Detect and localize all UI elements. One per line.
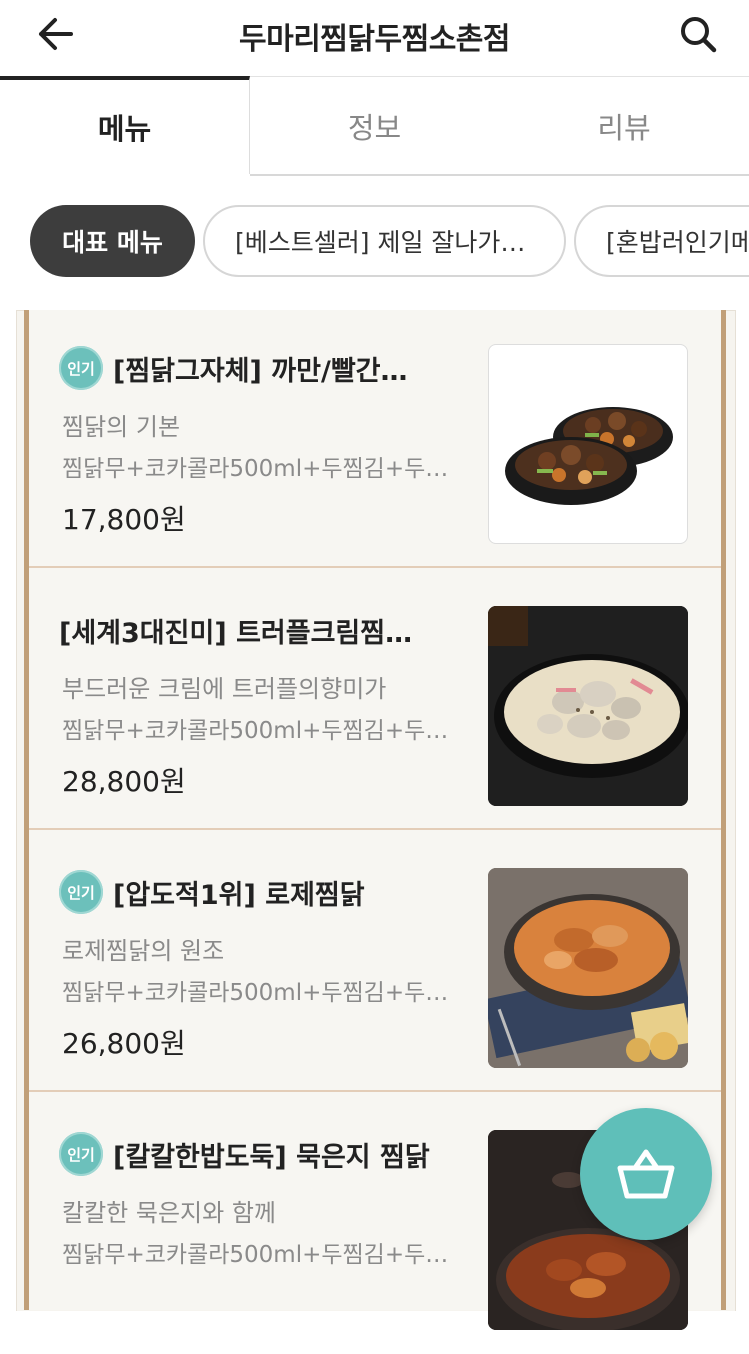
arrow-left-icon [39, 18, 73, 50]
menu-item-title-row: [세계3대진미] 트러플크림찜… [59, 608, 412, 652]
menu-item-title-row: 인기 [찜닭그자체] 까만/빨간… [59, 346, 408, 390]
menu-item-includes: 찜닭무+코카콜라500ml+두찜김+두… [62, 456, 449, 482]
search-icon [681, 17, 717, 53]
menu-item-price: 26,800원 [62, 1027, 186, 1060]
chip-signature-menu[interactable]: 대표 메뉴 [30, 205, 195, 277]
menu-item-title-row: 인기 [압도적1위] 로제찜닭 [59, 870, 365, 914]
menu-item-name: [압도적1위] 로제찜닭 [113, 879, 365, 911]
popular-badge: 인기 [59, 1132, 103, 1176]
popular-badge: 인기 [59, 870, 103, 914]
chip-solo-popular[interactable]: [혼밥러인기메뉴 [574, 205, 749, 277]
page-title: 두마리찜닭두찜소촌점 [239, 22, 511, 57]
app-header: 두마리찜닭두찜소촌점 [0, 0, 749, 78]
back-button[interactable] [30, 12, 80, 56]
menu-item-name: [세계3대진미] 트러플크림찜… [59, 617, 413, 649]
tab-bar: 메뉴 정보 리뷰 [0, 76, 749, 176]
menu-item-description: 부드러운 크림에 트러플의향미가 [62, 675, 387, 703]
chip-bestseller[interactable]: [베스트셀러] 제일 잘나가… [203, 205, 566, 277]
item-divider [29, 1090, 721, 1092]
menu-item[interactable]: [세계3대진미] 트러플크림찜… 부드러운 크림에 트러플의향미가 찜닭무+코카… [29, 572, 721, 830]
menu-item-photo[interactable] [488, 606, 688, 806]
menu-item-photo[interactable] [488, 868, 688, 1068]
menu-item[interactable]: 인기 [압도적1위] 로제찜닭 로제찜닭의 원조 찜닭무+코카콜라500ml+두… [29, 834, 721, 1092]
tab-info[interactable]: 정보 [250, 76, 499, 176]
menu-item-includes: 찜닭무+코카콜라500ml+두찜김+두… [62, 980, 449, 1006]
item-divider [29, 828, 721, 830]
search-button[interactable] [672, 12, 724, 56]
cart-button[interactable] [580, 1108, 712, 1240]
menu-item-name: [찜닭그자체] 까만/빨간… [113, 355, 408, 387]
menu-item-includes: 찜닭무+코카콜라500ml+두찜김+두… [62, 718, 449, 744]
menu-item-name: [칼칼한밥도둑] 묵은지 찜닭 [113, 1141, 430, 1173]
menu-item-description: 찜닭의 기본 [62, 413, 181, 441]
category-chips: 대표 메뉴 [베스트셀러] 제일 잘나가… [혼밥러인기메뉴 [0, 205, 749, 279]
truffle-cream-dish-image [488, 606, 688, 806]
basket-icon [617, 1149, 675, 1199]
tab-menu[interactable]: 메뉴 [0, 76, 250, 174]
menu-item-description: 칼칼한 묵은지와 함께 [62, 1199, 276, 1227]
menu-item-title-row: 인기 [칼칼한밥도둑] 묵은지 찜닭 [59, 1132, 430, 1176]
menu-item-price: 28,800원 [62, 765, 186, 798]
menu-item-includes: 찜닭무+코카콜라500ml+두찜김+두… [62, 1242, 449, 1268]
item-divider [29, 566, 721, 568]
rose-jjimdak-dish-image [488, 868, 688, 1068]
menu-item-photo[interactable] [488, 344, 688, 544]
menu-item-description: 로제찜닭의 원조 [62, 937, 225, 965]
menu-item[interactable]: 인기 [찜닭그자체] 까만/빨간… 찜닭의 기본 찜닭무+코카콜라500ml+두… [29, 310, 721, 568]
menu-item-price: 17,800원 [62, 503, 186, 536]
tab-reviews[interactable]: 리뷰 [499, 76, 749, 176]
jjimdak-dish-image [505, 407, 673, 505]
popular-badge: 인기 [59, 346, 103, 390]
